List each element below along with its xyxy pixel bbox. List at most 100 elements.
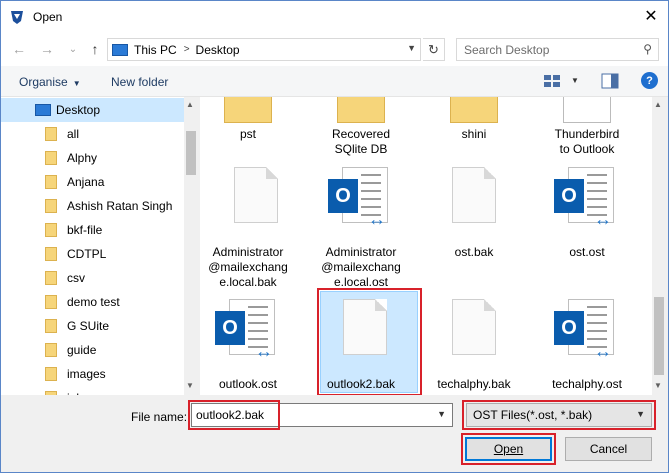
sidebar-item-label: all: [67, 127, 80, 141]
file-label: Recovered: [331, 127, 391, 141]
file-label: Administrator: [325, 245, 397, 259]
forward-arrow-icon[interactable]: →: [37, 39, 57, 59]
breadcrumb-this-pc[interactable]: This PC: [134, 43, 177, 57]
sidebar-item-guide[interactable]: guide: [1, 338, 184, 362]
outlook-ost-icon: O ↔: [554, 167, 620, 229]
sidebar-item-label: demo test: [67, 295, 120, 309]
scrollbar-thumb[interactable]: [186, 131, 196, 175]
list-item[interactable]: techalphy.bak: [426, 297, 522, 393]
sidebar-item-images[interactable]: images: [1, 362, 184, 386]
dialog-footer: File name: outlook2.bak ▼ OST Files(*.os…: [1, 395, 668, 472]
annotation-highlight-box: [462, 400, 656, 430]
list-item[interactable]: O ↔ outlook.ost: [200, 297, 296, 393]
file-label: pst: [239, 127, 256, 141]
outlook-ost-icon: O ↔: [328, 167, 394, 229]
list-item[interactable]: O ↔ techalphy.ost: [539, 297, 635, 393]
cancel-button[interactable]: Cancel: [565, 437, 652, 461]
sidebar-scrollbar[interactable]: ▲ ▼: [184, 97, 198, 395]
folder-icon: [45, 223, 57, 237]
file-label: shini: [461, 127, 487, 141]
outlook-ost-icon: O ↔: [215, 299, 281, 361]
navigation-bar: ← → ⌄ ↑ This PC > Desktop ▼ ↻ Search Des…: [1, 32, 668, 66]
list-item[interactable]: shini: [426, 97, 522, 161]
list-item[interactable]: O ↔ Administrator @mailexchang e.local.os…: [313, 165, 409, 291]
sidebar-item-label: Alphy: [67, 151, 98, 165]
folder-icon: [45, 247, 57, 261]
file-list: pst Recovered SQlite DB shini Thunderbir…: [200, 97, 652, 395]
file-label: techalphy.ost: [552, 377, 622, 391]
sidebar-item-demo-test[interactable]: demo test: [1, 290, 184, 314]
list-item[interactable]: O ↔ ost.ost: [539, 165, 635, 291]
sidebar-item-anjana[interactable]: Anjana: [1, 170, 184, 194]
view-options-icon[interactable]: [543, 73, 561, 89]
app-icon: [11, 10, 23, 24]
recent-locations-chevron-icon[interactable]: ⌄: [63, 39, 83, 59]
title-bar: Open ✕: [1, 1, 668, 32]
folder-icon: [450, 97, 498, 123]
annotation-highlight-box: [317, 288, 422, 395]
file-label: Thunderbird: [554, 127, 620, 141]
scroll-up-icon[interactable]: ▲: [186, 100, 194, 109]
sidebar-item-label: images: [67, 367, 106, 381]
open-dialog: Open ✕ ← → ⌄ ↑ This PC > Desktop ▼ ↻ Sea…: [0, 0, 669, 473]
file-label: outlook.ost: [218, 377, 278, 391]
folder-icon: [45, 127, 57, 141]
help-icon[interactable]: ?: [641, 72, 658, 89]
close-icon[interactable]: ✕: [640, 5, 662, 27]
file-label: techalphy.bak: [437, 377, 511, 391]
sidebar-item-label: Ashish Ratan Singh: [67, 199, 173, 213]
back-arrow-icon[interactable]: ←: [9, 39, 29, 59]
scrollbar-thumb[interactable]: [654, 297, 664, 375]
view-dropdown-icon[interactable]: ▼: [571, 76, 579, 85]
refresh-icon[interactable]: ↻: [423, 38, 445, 61]
scroll-down-icon[interactable]: ▼: [654, 381, 662, 390]
sidebar-item-g-suite[interactable]: G SUite: [1, 314, 184, 338]
list-item[interactable]: Recovered SQlite DB: [313, 97, 409, 161]
list-item[interactable]: pst: [200, 97, 296, 161]
file-list-scrollbar[interactable]: ▲ ▼: [652, 97, 666, 395]
up-arrow-icon[interactable]: ↑: [85, 39, 105, 59]
folder-icon: [45, 343, 57, 357]
sidebar-item-all[interactable]: all: [1, 122, 184, 146]
folder-icon: [337, 97, 385, 123]
search-input[interactable]: Search Desktop ⚲: [456, 38, 659, 61]
sidebar-item-cdtpl[interactable]: CDTPL: [1, 242, 184, 266]
file-label: ost.bak: [454, 245, 494, 259]
sidebar-item-label: G SUite: [67, 319, 110, 333]
folder-icon: [45, 199, 57, 213]
chevron-down-icon: ▼: [72, 79, 81, 88]
sidebar-item-jobs[interactable]: jobs: [1, 386, 184, 395]
organise-label: Organise: [19, 75, 68, 89]
scroll-down-icon[interactable]: ▼: [186, 381, 194, 390]
file-label: e.local.bak: [219, 275, 277, 289]
address-bar[interactable]: This PC > Desktop ▼: [107, 38, 421, 61]
chevron-down-icon[interactable]: ▼: [437, 409, 446, 419]
scroll-up-icon[interactable]: ▲: [654, 100, 662, 109]
sidebar-item-alphy[interactable]: Alphy: [1, 146, 184, 170]
this-pc-icon: [112, 43, 128, 56]
file-label: @mailexchang: [208, 260, 288, 274]
list-item[interactable]: Administrator @mailexchang e.local.bak: [200, 165, 296, 291]
new-folder-button[interactable]: New folder: [111, 75, 168, 89]
list-item[interactable]: ost.bak: [426, 165, 522, 291]
sidebar-item-bkf-file[interactable]: bkf-file: [1, 218, 184, 242]
sidebar-item-label: csv: [67, 271, 85, 285]
folder-icon: [45, 319, 57, 333]
file-label: ost.ost: [569, 245, 605, 259]
address-dropdown-icon[interactable]: ▼: [407, 43, 416, 53]
list-item[interactable]: Thunderbird to Outlook: [539, 97, 635, 161]
sidebar-item-csv[interactable]: csv: [1, 266, 184, 290]
organise-menu-button[interactable]: Organise ▼: [19, 75, 81, 89]
folder-icon: [45, 151, 57, 165]
sidebar-item-label: CDTPL: [67, 247, 107, 261]
search-placeholder: Search Desktop: [464, 42, 550, 57]
breadcrumb-desktop[interactable]: Desktop: [196, 43, 240, 57]
outlook-ost-icon: O ↔: [554, 299, 620, 361]
folder-icon: [45, 175, 57, 189]
sidebar-item-label: Anjana: [67, 175, 105, 189]
sidebar-item-desktop[interactable]: Desktop: [1, 98, 184, 122]
sidebar-item-ashish-ratan-singh[interactable]: Ashish Ratan Singh: [1, 194, 184, 218]
preview-pane-icon[interactable]: [601, 73, 619, 89]
document-icon: [234, 167, 278, 223]
file-name-label: File name:: [131, 410, 188, 424]
